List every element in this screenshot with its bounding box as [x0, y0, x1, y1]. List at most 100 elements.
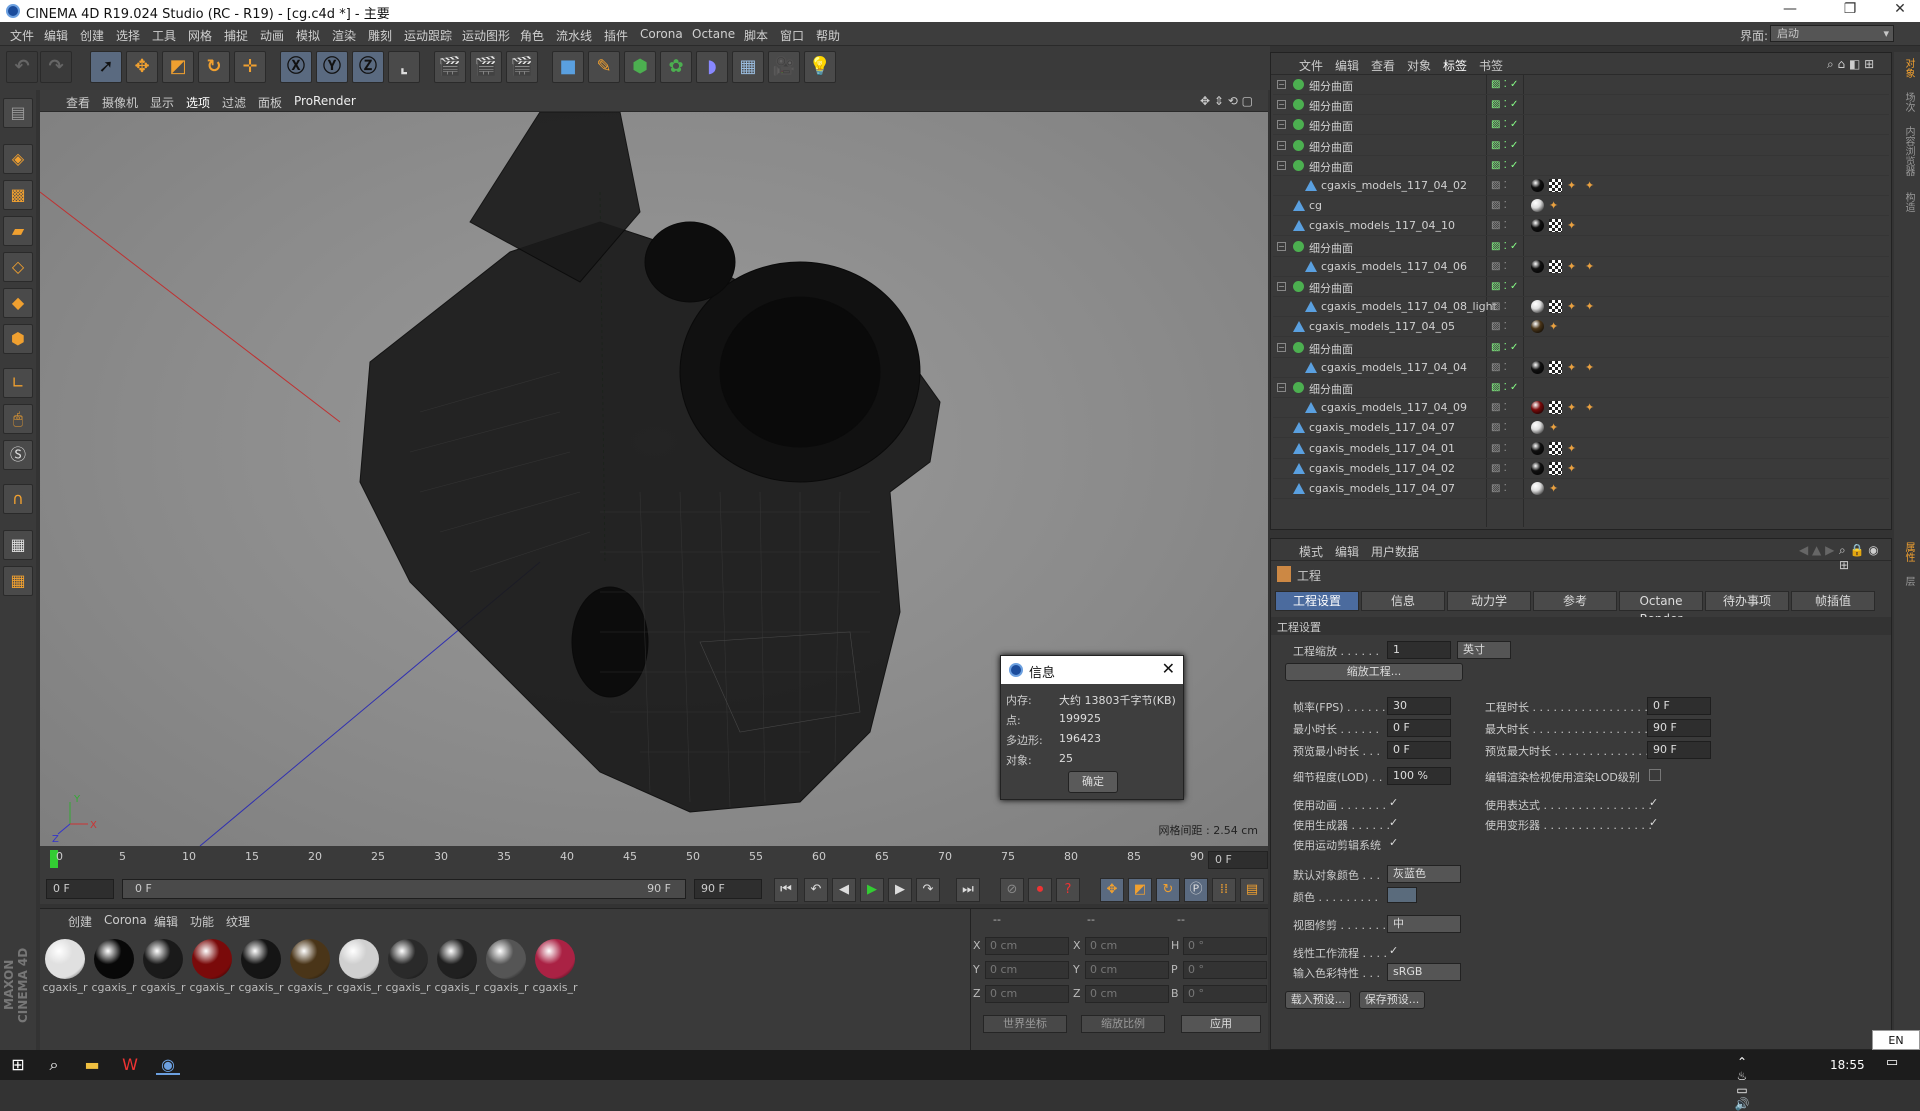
use-animation-checkbox[interactable]: ✓ — [1389, 797, 1401, 809]
workplane-tool-button[interactable]: ▦ — [3, 566, 33, 596]
tab-reference[interactable]: 参考 — [1533, 591, 1617, 611]
timeline-window-button[interactable]: ▤ — [1240, 878, 1264, 902]
record-button[interactable]: ⏺ — [1028, 878, 1052, 902]
scale-mode-select[interactable]: 缩放比例 — [1081, 1015, 1165, 1033]
side-tab-objects[interactable]: 对象 — [1898, 58, 1916, 78]
material-tag-icon[interactable] — [1531, 320, 1544, 334]
object-row[interactable]: cgaxis_models_117_04_02 ▨ ⁚ ✦ ✦ — [1273, 176, 1889, 196]
uvw-tag-icon[interactable] — [1549, 219, 1562, 233]
material-tag-icon[interactable] — [1531, 219, 1544, 233]
phong-tag-icon[interactable]: ✦ — [1585, 179, 1598, 192]
play-button[interactable]: ▶ — [860, 878, 884, 902]
attr-nav-arrows-icon[interactable]: ◀ ▲ ▶ — [1799, 543, 1834, 557]
current-frame-field[interactable]: 0 F — [1208, 851, 1268, 869]
material-menu-create[interactable]: 创建 — [68, 913, 92, 930]
uvw-tag-icon[interactable] — [1549, 179, 1562, 192]
expand-toggle-icon[interactable]: − — [1277, 120, 1286, 130]
tab-dynamics[interactable]: 动力学 — [1447, 591, 1531, 611]
menu-help[interactable]: 帮助 — [816, 27, 840, 44]
object-name[interactable]: cgaxis_models_117_04_02 — [1309, 462, 1455, 475]
material-item[interactable]: cgaxis_r — [336, 937, 382, 999]
use-deformers-checkbox[interactable]: ✓ — [1649, 817, 1661, 829]
object-name[interactable]: 细分曲面 — [1309, 159, 1353, 175]
interface-select[interactable]: 启动 ▾ — [1770, 25, 1894, 42]
menu-tools[interactable]: 工具 — [152, 27, 176, 44]
use-motion-system-checkbox[interactable]: ✓ — [1389, 837, 1401, 849]
rotate-tool-button[interactable]: ↻ — [198, 51, 230, 83]
material-item[interactable]: cgaxis_r — [42, 937, 88, 999]
scale-project-button[interactable]: 缩放工程... — [1285, 663, 1463, 681]
size-y-field[interactable]: 0 cm — [1085, 961, 1169, 979]
live-select-button[interactable]: ➚ — [90, 51, 122, 83]
expand-toggle-icon[interactable]: − — [1277, 160, 1286, 170]
object-name[interactable]: 细分曲面 — [1309, 240, 1353, 256]
phong-tag-icon[interactable]: ✦ — [1585, 361, 1598, 374]
phong-tag-icon[interactable]: ✦ — [1549, 421, 1562, 434]
visibility-flags-icon[interactable]: ▨ ⁚ ✓ — [1491, 241, 1521, 252]
tweak-mode-button[interactable]: 🖱 — [3, 404, 33, 434]
phong-tag-icon[interactable]: ✦ — [1567, 462, 1580, 475]
objmgr-menu-tags[interactable]: 标签 — [1443, 57, 1467, 74]
next-key-button[interactable]: ↷ — [916, 878, 940, 902]
tab-info[interactable]: 信息 — [1361, 591, 1445, 611]
phong-tag-icon[interactable]: ✦ — [1585, 300, 1598, 313]
polygons-mode-button[interactable]: ⬢ — [3, 324, 33, 354]
viewport-menu-cameras[interactable]: 摄像机 — [102, 94, 138, 111]
viewport-menu-filter[interactable]: 过滤 — [222, 94, 246, 111]
object-name[interactable]: 细分曲面 — [1309, 98, 1353, 114]
object-row[interactable]: cg ▨ ⁚ ✦ — [1273, 196, 1889, 217]
object-name[interactable]: 细分曲面 — [1309, 280, 1353, 296]
cinema4d-taskbar-icon[interactable]: ◉ — [156, 1055, 180, 1075]
object-row[interactable]: − 细分曲面 ▨ ⁚ ✓ — [1273, 156, 1889, 176]
material-menu-texture[interactable]: 纹理 — [226, 913, 250, 930]
material-tag-icon[interactable] — [1531, 300, 1544, 314]
material-tag-icon[interactable] — [1531, 401, 1544, 415]
visibility-flags-icon[interactable]: ▨ ⁚ — [1491, 301, 1521, 312]
object-row[interactable]: cgaxis_models_117_04_05 ▨ ⁚ ✦ — [1273, 317, 1889, 338]
min-time-field[interactable]: 0 F — [1387, 719, 1451, 737]
material-item[interactable]: cgaxis_r — [532, 937, 578, 999]
close-window-button[interactable]: ✕ — [1880, 1, 1920, 21]
minimize-button[interactable]: — — [1770, 1, 1810, 21]
object-name[interactable]: cgaxis_models_117_04_02 — [1321, 179, 1467, 192]
phong-tag-icon[interactable]: ✦ — [1567, 179, 1580, 192]
object-name[interactable]: cg — [1309, 199, 1322, 212]
object-name[interactable]: cgaxis_models_117_04_06 — [1321, 260, 1467, 273]
use-generators-checkbox[interactable]: ✓ — [1389, 817, 1401, 829]
y-axis-lock-button[interactable]: Ⓨ — [316, 51, 348, 83]
visibility-flags-icon[interactable]: ▨ ⁚ — [1491, 220, 1521, 231]
menu-render[interactable]: 渲染 — [332, 27, 356, 44]
project-scale-field[interactable]: 1 — [1387, 641, 1451, 659]
visibility-flags-icon[interactable]: ▨ ⁚ ✓ — [1491, 160, 1521, 171]
undo-button[interactable]: ↶ — [6, 51, 38, 83]
uvw-tag-icon[interactable] — [1549, 259, 1562, 273]
key-rotation-button[interactable]: ↻ — [1156, 878, 1180, 902]
menu-create[interactable]: 创建 — [80, 27, 104, 44]
prev-frame-button[interactable]: ◀ — [832, 878, 856, 902]
make-editable-button[interactable]: ▤ — [3, 98, 33, 128]
menu-pipeline[interactable]: 流水线 — [556, 27, 592, 44]
viewport-navigation-icons[interactable]: ✥ ⇕ ⟲ ▢ — [1200, 94, 1253, 108]
material-tag-icon[interactable] — [1531, 179, 1544, 192]
phong-tag-icon[interactable]: ✦ — [1567, 361, 1580, 374]
expand-toggle-icon[interactable]: − — [1277, 140, 1286, 150]
goto-start-button[interactable]: ⏮ — [774, 878, 798, 902]
object-row[interactable]: cgaxis_models_117_04_09 ▨ ⁚ ✦ ✦ — [1273, 398, 1889, 419]
phong-tag-icon[interactable]: ✦ — [1567, 219, 1580, 232]
menu-sculpt[interactable]: 雕刻 — [368, 27, 392, 44]
expand-toggle-icon[interactable]: − — [1277, 282, 1286, 291]
expand-toggle-icon[interactable]: − — [1277, 383, 1286, 392]
uvw-tag-icon[interactable] — [1549, 360, 1562, 374]
object-row[interactable]: − 细分曲面 ▨ ⁚ ✓ — [1273, 277, 1889, 297]
object-row[interactable]: cgaxis_models_117_04_08_light ▨ ⁚ ✦ ✦ — [1273, 297, 1889, 318]
object-row[interactable]: cgaxis_models_117_04_06 ▨ ⁚ ✦ ✦ — [1273, 257, 1889, 277]
expand-toggle-icon[interactable]: − — [1277, 342, 1286, 352]
position-x-field[interactable]: 0 cm — [985, 937, 1069, 955]
x-axis-lock-button[interactable]: Ⓧ — [280, 51, 312, 83]
light-button[interactable]: 💡 — [804, 51, 836, 83]
workplane-button[interactable]: ▰ — [3, 216, 33, 246]
render-view-button[interactable]: 🎬 — [434, 51, 466, 83]
linear-workflow-checkbox[interactable]: ✓ — [1389, 945, 1401, 957]
world-coordinates-select[interactable]: 世界坐标 — [983, 1015, 1067, 1033]
viewport-menu-panel[interactable]: 面板 — [258, 94, 282, 111]
